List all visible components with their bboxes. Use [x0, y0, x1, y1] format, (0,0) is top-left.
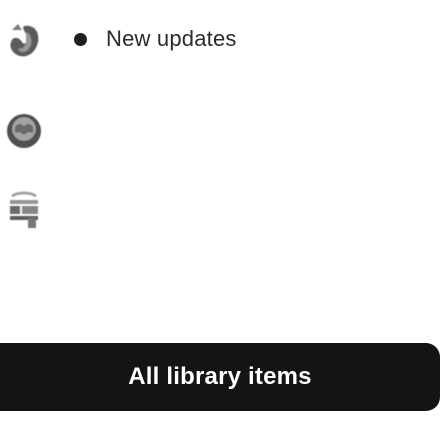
- new-updates-item[interactable]: New updates: [74, 22, 237, 56]
- library-panel: New updates All library items: [0, 0, 448, 432]
- new-updates-label: New updates: [106, 26, 237, 51]
- library-shelf-thumbnail-icon[interactable]: [4, 188, 44, 232]
- all-library-items-button[interactable]: All library items: [0, 343, 440, 411]
- all-library-items-label: All library items: [128, 363, 312, 390]
- round-book-cover-thumbnail-icon[interactable]: [4, 107, 44, 151]
- filled-dot-icon: [74, 32, 87, 46]
- book-cover-thumbnail-icon[interactable]: [4, 20, 44, 64]
